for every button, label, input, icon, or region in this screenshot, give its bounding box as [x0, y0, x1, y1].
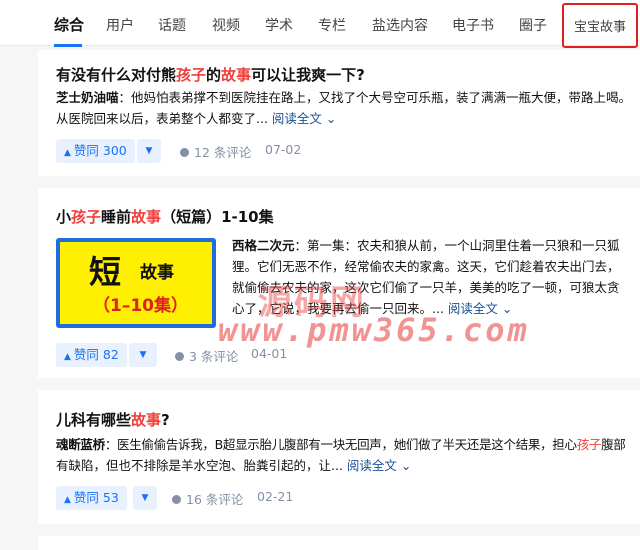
upvote-button[interactable]: ▲ 赞同 82: [56, 343, 127, 367]
downvote-button[interactable]: ▼: [129, 343, 157, 367]
post-date: 02-21: [257, 489, 294, 504]
excerpt-text: 就偷偷去农夫的家，这次它们偷了一只羊，美美的吃了一顿，可狼太贪: [232, 280, 620, 295]
thumbnail-subtitle: 故事: [140, 263, 174, 283]
action-bar: ▲ 赞同 300 ▼ 12 条评论 07-02: [56, 139, 356, 163]
post-date: 07-02: [265, 142, 302, 157]
post-date: 04-01: [251, 346, 288, 361]
active-tab-indicator: [54, 44, 82, 47]
comments-link[interactable]: 3 条评论: [175, 346, 238, 365]
action-bar: ▲ 赞同 82 ▼ 3 条评论 04-01: [56, 343, 356, 367]
search-result-card: 儿科有哪些故事? 魂断蓝桥：医生偷偷告诉我，B超显示胎儿腹部有一块无回声，她们做…: [38, 390, 640, 524]
tab-topics[interactable]: 话题: [158, 15, 186, 35]
upvote-button[interactable]: ▲ 赞同 53: [56, 486, 127, 510]
tab-circles[interactable]: 圈子: [519, 15, 547, 35]
triangle-up-icon: ▲: [64, 495, 71, 505]
title-highlight: 孩子: [176, 66, 207, 84]
downvote-button[interactable]: ▼: [137, 139, 161, 163]
read-more-link[interactable]: 阅读全文 ⌄: [272, 111, 336, 126]
result-thumbnail[interactable]: 短 故事 （1–10集）: [56, 238, 216, 328]
tab-premium-content[interactable]: 盐选内容: [372, 15, 428, 35]
title-highlight: 故事: [131, 208, 162, 226]
chevron-down-icon: ⌄: [325, 111, 337, 126]
triangle-up-icon: ▲: [64, 352, 71, 362]
title-text: （短篇）1-10集: [161, 208, 274, 226]
read-more-link[interactable]: 阅读全文 ⌄: [347, 458, 411, 473]
excerpt-text: 医生偷偷告诉我，B超显示胎儿腹部有一块无回声，她们做了半天还是这个结果，担心: [117, 437, 577, 452]
chevron-down-icon: ⌄: [501, 301, 513, 316]
excerpt-highlight: 孩子: [576, 437, 602, 452]
triangle-down-icon: ▼: [139, 350, 147, 360]
result-excerpt: 魂断蓝桥：医生偷偷告诉我，B超显示胎儿腹部有一块无回声，她们做了半天还是这个结果…: [56, 434, 640, 476]
author-separator: ：: [118, 90, 132, 105]
title-text: 睡前: [101, 208, 132, 226]
thumbnail-episodes: （1–10集）: [93, 296, 188, 316]
title-highlight: 孩子: [71, 208, 102, 226]
search-result-card: 小孩子睡前故事（短篇）1-10集 短 故事 （1–10集） 西格二次元：第一集：…: [38, 188, 640, 378]
title-highlight: 故事: [221, 66, 252, 84]
author-name[interactable]: 西格二次元: [232, 238, 295, 253]
search-result-card: [38, 536, 640, 550]
excerpt-text: 他妈怕表弟撑不到医院挂在路上，又找了个大号空可乐瓶，装了满满一瓶大便，带路上喝。: [131, 90, 632, 105]
title-text: 有没有什么对付熊: [56, 66, 177, 84]
result-excerpt: 芝士奶油喵：他妈怕表弟撑不到医院挂在路上，又找了个大号空可乐瓶，装了满满一瓶大便…: [56, 87, 631, 129]
title-highlight: 故事: [131, 411, 162, 429]
result-title[interactable]: 有没有什么对付熊孩子的故事可以让我爽一下?: [56, 64, 365, 85]
author-separator: ：: [294, 238, 308, 253]
excerpt-text: 腹部: [601, 437, 626, 452]
title-text: 儿科有哪些: [56, 411, 132, 429]
tab-columns[interactable]: 专栏: [318, 15, 346, 35]
result-excerpt: 西格二次元：第一集：农夫和狼从前，一个山洞里住着一只狼和一只狐 狸。它们无恶不作…: [232, 235, 632, 319]
tab-general[interactable]: 综合: [54, 14, 84, 35]
title-text: 的: [206, 66, 222, 84]
comment-icon: [180, 148, 189, 157]
author-separator: ：: [104, 437, 118, 452]
result-title[interactable]: 小孩子睡前故事（短篇）1-10集: [56, 206, 274, 227]
excerpt-text: 狸。它们无恶不作，经常偷农夫的家禽。这天，它们趁着农夫出门去，: [232, 259, 620, 274]
excerpt-text: 第一集：农夫和狼从前，一个山洞里住着一只狼和一只狐: [307, 238, 620, 253]
upvote-button[interactable]: ▲ 赞同 300: [56, 139, 135, 163]
triangle-down-icon: ▼: [141, 493, 149, 503]
comment-icon: [175, 352, 184, 361]
comments-link[interactable]: 16 条评论: [172, 489, 243, 508]
excerpt-text: 有缺陷，但也不排除是羊水空泡、胎粪引起的，让...: [56, 458, 343, 473]
excerpt-text: 从医院回来以后，表弟整个人都变了...: [56, 111, 268, 126]
read-more-link[interactable]: 阅读全文 ⌄: [448, 301, 512, 316]
thumbnail-image: 短 故事 （1–10集）: [60, 242, 212, 324]
triangle-up-icon: ▲: [64, 148, 71, 158]
title-text: 可以让我爽一下?: [251, 66, 365, 84]
highlight-marker-box: [562, 3, 638, 48]
author-name[interactable]: 芝士奶油喵: [56, 90, 119, 105]
title-text: ?: [161, 411, 170, 429]
search-type-tabs: 综合 用户 话题 视频 学术 专栏 盐选内容 电子书 圈子 宝宝故事: [0, 0, 640, 48]
tab-users[interactable]: 用户: [106, 15, 134, 35]
action-bar: ▲ 赞同 53 ▼ 16 条评论 02-21: [56, 486, 356, 510]
triangle-down-icon: ▼: [145, 146, 153, 156]
search-result-card: 有没有什么对付熊孩子的故事可以让我爽一下? 芝士奶油喵：他妈怕表弟撑不到医院挂在…: [38, 50, 640, 176]
excerpt-text: 心了，它说，我要再去偷一只回来。...: [232, 301, 444, 316]
tab-ebooks[interactable]: 电子书: [452, 15, 494, 35]
chevron-down-icon: ⌄: [400, 458, 412, 473]
downvote-button[interactable]: ▼: [133, 486, 157, 510]
title-text: 小: [56, 208, 72, 226]
tab-academic[interactable]: 学术: [265, 15, 293, 35]
author-name[interactable]: 魂断蓝桥: [56, 437, 105, 452]
thumbnail-title: 短: [89, 253, 122, 291]
result-title[interactable]: 儿科有哪些故事?: [56, 409, 170, 430]
comment-icon: [172, 495, 181, 504]
tab-videos[interactable]: 视频: [212, 15, 240, 35]
comments-link[interactable]: 12 条评论: [180, 142, 251, 161]
